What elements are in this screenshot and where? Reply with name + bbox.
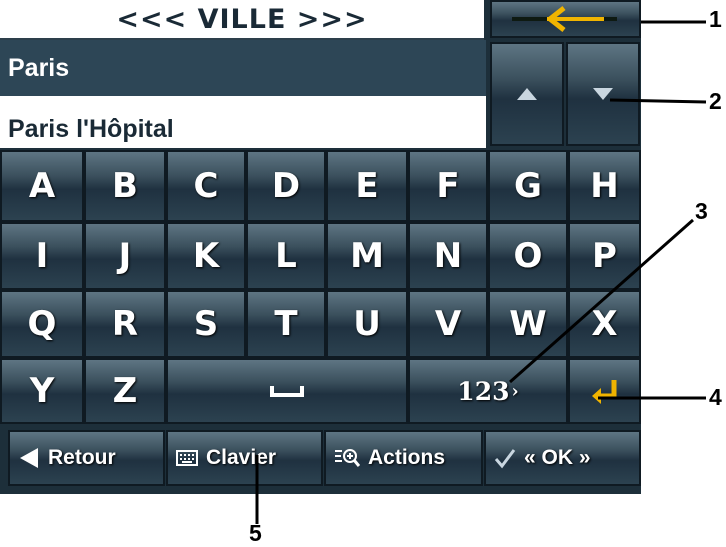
city-list: Paris Paris l'Hôpital <box>0 40 486 148</box>
key-label: R <box>111 304 139 344</box>
key-g[interactable]: G <box>488 150 568 222</box>
key-label: J <box>118 236 132 276</box>
scroll-down-button[interactable] <box>566 42 640 146</box>
key-q[interactable]: Q <box>0 290 84 358</box>
key-m[interactable]: M <box>326 222 408 290</box>
backspace-button[interactable] <box>490 0 641 38</box>
key-label: Q <box>27 304 57 344</box>
keyboard-button-label: Clavier <box>206 446 277 469</box>
key-r[interactable]: R <box>84 290 166 358</box>
key-label: G <box>514 166 542 206</box>
key-label: Z <box>112 371 138 411</box>
key-label: U <box>353 304 381 344</box>
backspace-arrow-icon <box>512 6 617 32</box>
triangle-down-icon <box>593 88 613 100</box>
callout-1: 1 <box>709 6 722 32</box>
key-b[interactable]: B <box>84 150 166 222</box>
numeric-key-label: 123 <box>457 376 510 406</box>
search-list-icon <box>335 449 360 467</box>
key-label: T <box>274 304 298 344</box>
key-label: X <box>591 304 618 344</box>
key-label: M <box>350 236 384 276</box>
key-label: L <box>275 236 297 276</box>
keyboard-button[interactable]: Clavier <box>166 430 323 486</box>
key-x[interactable]: X <box>568 290 641 358</box>
key-label: F <box>436 166 460 206</box>
list-item[interactable]: Paris l'Hôpital <box>0 96 486 148</box>
ok-button[interactable]: « OK » <box>484 430 641 486</box>
ok-button-label: « OK » <box>524 446 591 469</box>
key-label: H <box>590 166 619 206</box>
key-s[interactable]: S <box>166 290 246 358</box>
key-f[interactable]: F <box>408 150 488 222</box>
space-bar-icon <box>270 386 304 397</box>
field-title: <<< VILLE >>> <box>0 0 484 40</box>
key-j[interactable]: J <box>84 222 166 290</box>
key-label: W <box>509 304 547 344</box>
key-label: C <box>193 166 219 206</box>
key-label: K <box>192 236 220 276</box>
key-h[interactable]: H <box>568 150 641 222</box>
key-label: I <box>35 236 49 276</box>
key-n[interactable]: N <box>408 222 488 290</box>
key-label: N <box>433 236 463 276</box>
key-label: S <box>193 304 219 344</box>
key-d[interactable]: D <box>246 150 326 222</box>
key-label: Y <box>29 371 55 411</box>
key-e[interactable]: E <box>326 150 408 222</box>
space-key[interactable] <box>166 358 408 424</box>
key-p[interactable]: P <box>568 222 641 290</box>
triangle-up-icon <box>517 88 537 100</box>
key-z[interactable]: Z <box>84 358 166 424</box>
key-label: D <box>271 166 301 206</box>
actions-button[interactable]: Actions <box>324 430 483 486</box>
list-item-selected[interactable]: Paris <box>0 40 486 96</box>
actions-button-label: Actions <box>368 446 446 469</box>
key-a[interactable]: A <box>0 150 84 222</box>
key-label: B <box>112 166 138 206</box>
scroll-up-button[interactable] <box>490 42 564 146</box>
key-label: P <box>592 236 617 276</box>
key-label: V <box>434 304 462 344</box>
key-label: E <box>355 166 379 206</box>
keyboard-screen: <<< VILLE >>> Paris Paris l'Hôpital A B C D… <box>0 0 641 494</box>
back-button-label: Retour <box>48 446 116 469</box>
callout-2: 2 <box>709 88 722 114</box>
key-y[interactable]: Y <box>0 358 84 424</box>
chevron-right-icon: › <box>511 380 519 402</box>
key-i[interactable]: I <box>0 222 84 290</box>
key-t[interactable]: T <box>246 290 326 358</box>
key-label: O <box>513 236 543 276</box>
key-l[interactable]: L <box>246 222 326 290</box>
enter-arrow-icon <box>591 380 616 404</box>
key-label: A <box>28 166 56 206</box>
callout-5: 5 <box>249 520 262 546</box>
checkmark-icon <box>494 449 516 469</box>
key-u[interactable]: U <box>326 290 408 358</box>
callout-4: 4 <box>709 384 722 410</box>
key-w[interactable]: W <box>488 290 568 358</box>
back-button[interactable]: Retour <box>8 430 165 486</box>
key-v[interactable]: V <box>408 290 488 358</box>
callout-3: 3 <box>695 198 708 224</box>
key-o[interactable]: O <box>488 222 568 290</box>
numeric-keys-button[interactable]: 123 › <box>408 358 568 424</box>
key-c[interactable]: C <box>166 150 246 222</box>
triangle-left-icon <box>20 448 38 468</box>
enter-key[interactable] <box>568 358 641 424</box>
key-k[interactable]: K <box>166 222 246 290</box>
keyboard-icon <box>176 450 198 466</box>
